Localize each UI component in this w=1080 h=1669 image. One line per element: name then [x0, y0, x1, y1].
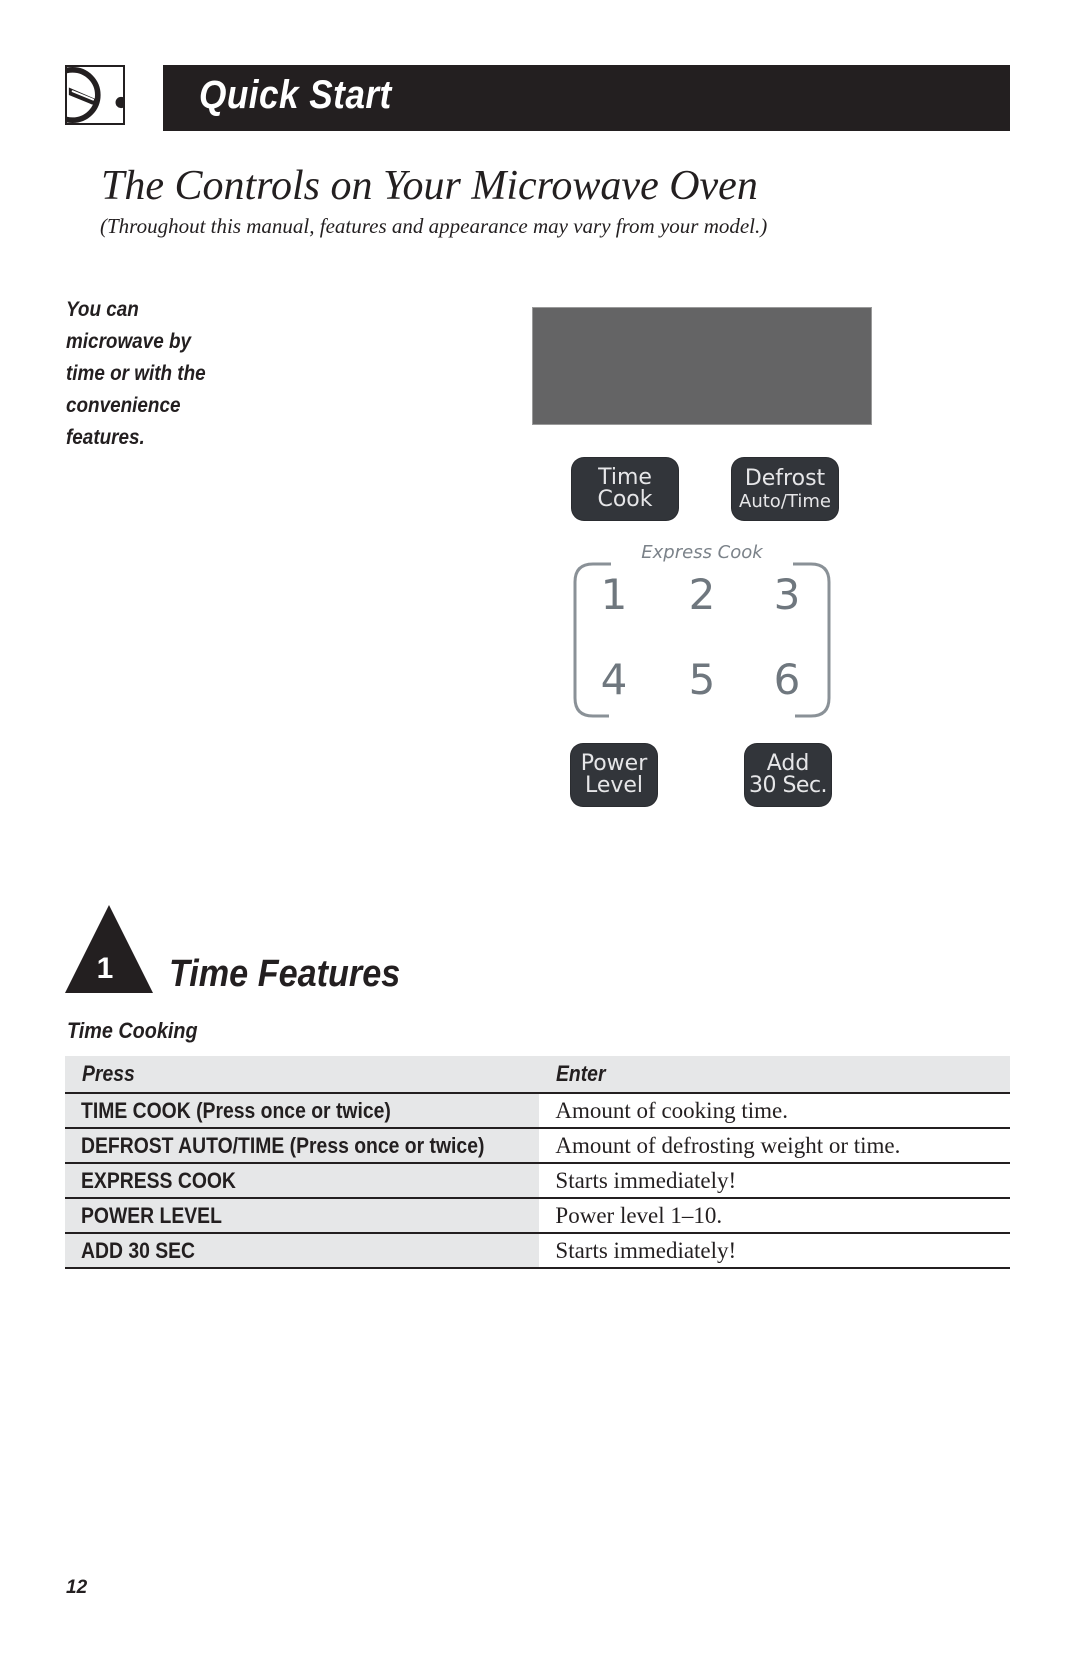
triangle-step-icon: 1	[65, 905, 153, 993]
enter-cell: Starts immediately!	[539, 1233, 1010, 1269]
express-key-1[interactable]: 1	[589, 570, 639, 619]
enter-cell: Starts immediately!	[539, 1163, 1010, 1199]
express-key-4[interactable]: 4	[589, 655, 639, 704]
page-title: The Controls on Your Microwave Oven	[101, 163, 758, 209]
enter-cell: Power level 1–10.	[539, 1198, 1010, 1234]
express-key-3[interactable]: 3	[762, 570, 812, 619]
header-bar: Quick Start	[163, 65, 1010, 131]
enter-cell: Amount of defrosting weight or time.	[539, 1128, 1010, 1164]
press-cell: POWER LEVEL	[65, 1198, 540, 1234]
page-number: 12	[66, 1577, 88, 1598]
table-row: TIME COOK (Press once or twice) Amount o…	[65, 1093, 1010, 1129]
defrost-label-line1: Defrost	[744, 465, 826, 491]
header-title: Quick Start	[199, 73, 392, 117]
microwave-display	[532, 307, 872, 425]
table-row: DEFROST AUTO/TIME (Press once or twice) …	[65, 1128, 1010, 1164]
power-level-label-line1: Power	[580, 751, 648, 776]
page-subtitle: (Throughout this manual, features and ap…	[100, 214, 768, 238]
express-cook-label: Express Cook	[641, 542, 763, 563]
microwave-knob-icon	[65, 65, 125, 125]
time-cook-label-line1: Time	[598, 465, 652, 490]
press-cell: TIME COOK (Press once or twice)	[65, 1093, 540, 1129]
express-key-5[interactable]: 5	[677, 655, 727, 704]
table-header-row: Press Enter	[65, 1056, 1010, 1094]
express-key-2[interactable]: 2	[677, 570, 727, 619]
time-cook-button[interactable]: Time Cook	[572, 458, 678, 520]
time-cooking-table: Press Enter TIME COOK (Press once or twi…	[65, 1056, 1010, 1269]
table-row: POWER LEVEL Power level 1–10.	[65, 1198, 1010, 1234]
table-row: ADD 30 SEC Starts immediately!	[65, 1233, 1010, 1269]
press-cell: EXPRESS COOK	[65, 1163, 540, 1199]
section-number: 1	[97, 952, 114, 985]
press-cell: DEFROST AUTO/TIME (Press once or twice)	[65, 1128, 540, 1164]
defrost-button[interactable]: Defrost Auto/Time	[732, 458, 838, 520]
intro-text: You can microwave by time or with the co…	[66, 298, 206, 449]
add-30-label-line2: 30 Sec.	[748, 773, 828, 798]
defrost-label-line2: Auto/Time	[739, 490, 831, 512]
power-level-label-line2: Level	[584, 773, 644, 798]
table-row: EXPRESS COOK Starts immediately!	[65, 1163, 1010, 1199]
add-30-label-line1: Add	[766, 751, 810, 776]
express-key-6[interactable]: 6	[762, 655, 812, 704]
express-cook-keypad: Express Cook 1 2 3 4 5 6	[573, 542, 831, 718]
press-cell: ADD 30 SEC	[65, 1233, 540, 1269]
sub-heading: Time Cooking	[67, 1018, 198, 1043]
header-press: Press	[65, 1056, 540, 1094]
enter-cell: Amount of cooking time.	[539, 1093, 1010, 1129]
time-cook-label-line2: Cook	[597, 487, 653, 512]
section-title: Time Features	[169, 953, 401, 995]
power-level-button[interactable]: Power Level	[571, 744, 657, 806]
add-30-sec-button[interactable]: Add 30 Sec.	[745, 744, 831, 806]
header-enter: Enter	[539, 1056, 1010, 1094]
